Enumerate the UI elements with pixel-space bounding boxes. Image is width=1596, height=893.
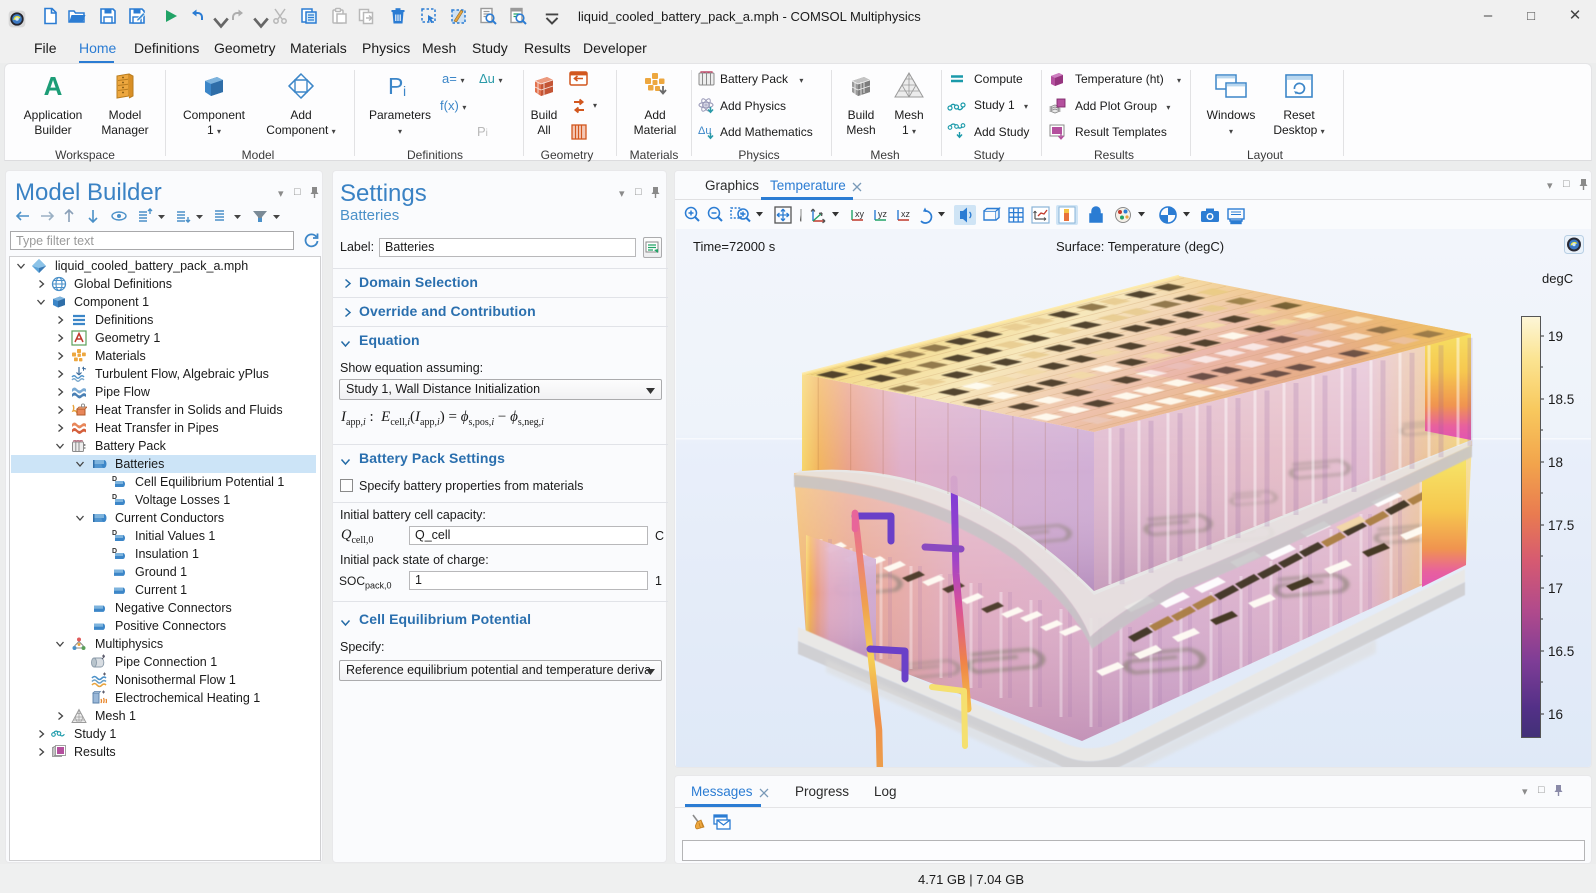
svg-text:Δu: Δu [698,125,711,137]
svg-text:17: 17 [1548,581,1563,596]
svg-text:17.5: 17.5 [1548,518,1574,533]
svg-text:16.5: 16.5 [1548,644,1574,659]
svg-text:i: i [403,83,406,99]
svg-text:xy: xy [855,209,865,219]
svg-text:P: P [388,73,403,99]
svg-text:18.5: 18.5 [1548,392,1574,407]
svg-text:yz: yz [878,209,888,219]
svg-text:A: A [44,72,63,100]
svg-text:19: 19 [1548,329,1563,344]
svg-text:18: 18 [1548,455,1563,470]
svg-text:xz: xz [901,209,911,219]
svg-text:16: 16 [1548,707,1563,722]
